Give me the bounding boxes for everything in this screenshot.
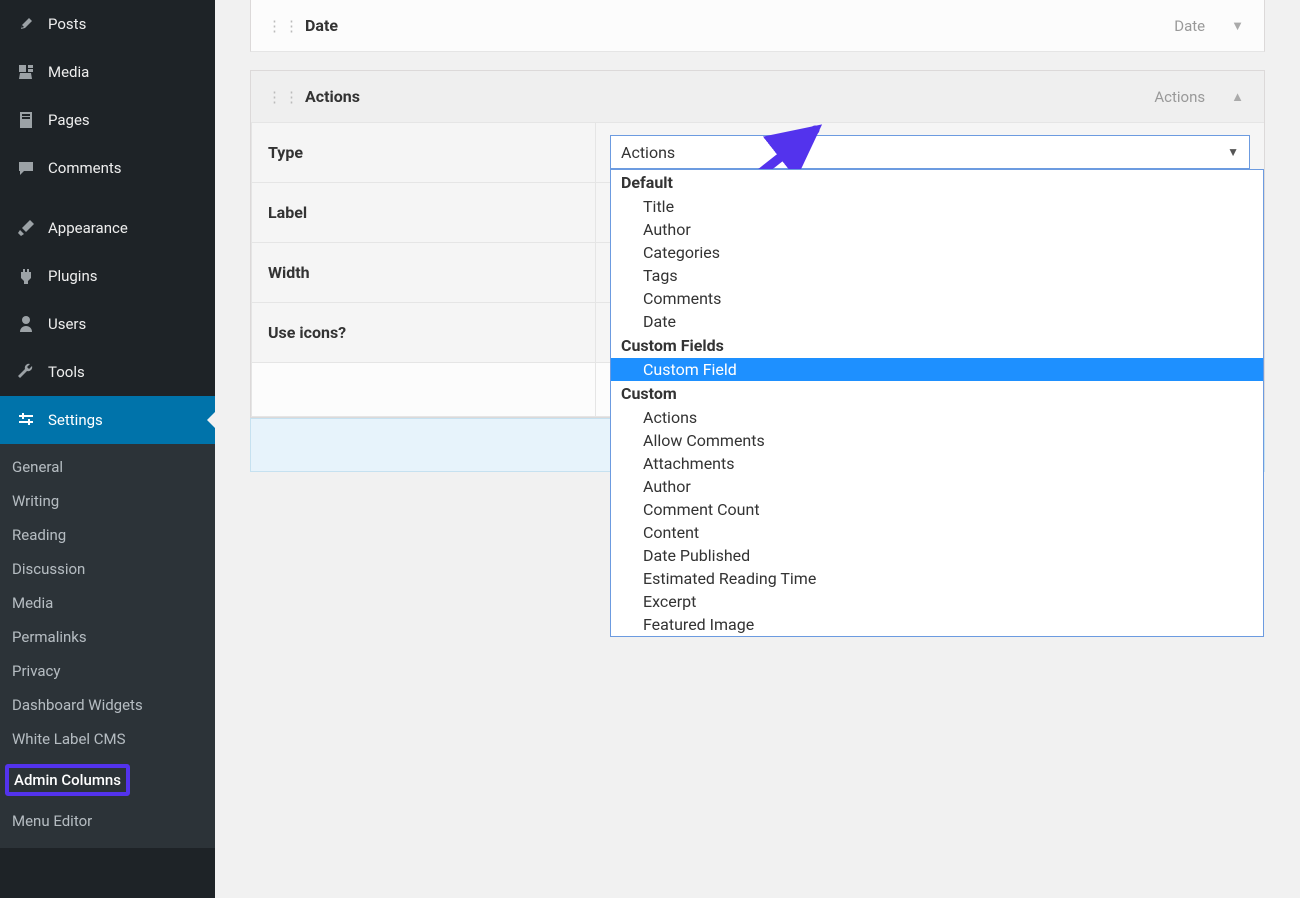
setting-label-type: Type: [251, 123, 596, 183]
wrench-icon: [14, 360, 38, 384]
sidebar-item-settings[interactable]: Settings: [0, 396, 215, 444]
type-select[interactable]: Actions ▼: [610, 135, 1250, 169]
sidebar-item-pages[interactable]: Pages: [0, 96, 215, 144]
media-icon: [14, 60, 38, 84]
drag-handle-icon[interactable]: ⋮⋮: [267, 88, 287, 106]
dropdown-option[interactable]: Attachments: [611, 452, 1263, 475]
sidebar-item-label: Appearance: [48, 219, 128, 237]
setting-footer: [251, 363, 596, 417]
comment-icon: [14, 156, 38, 180]
setting-label-width: Width: [251, 243, 596, 303]
sidebar-item-label: Pages: [48, 111, 90, 129]
dropdown-option[interactable]: Author: [611, 218, 1263, 241]
admin-sidebar: Posts Media Pages Comments Appearance: [0, 0, 215, 898]
caret-down-icon: ▼: [1227, 145, 1239, 159]
type-select-value: Actions: [621, 143, 675, 162]
submenu-privacy[interactable]: Privacy: [0, 654, 215, 688]
dropdown-option[interactable]: Excerpt: [611, 590, 1263, 613]
submenu-media[interactable]: Media: [0, 586, 215, 620]
chevron-up-icon[interactable]: ▲: [1231, 89, 1244, 105]
pin-icon: [14, 12, 38, 36]
sidebar-item-label: Comments: [48, 159, 122, 177]
settings-submenu: General Writing Reading Discussion Media…: [0, 444, 215, 848]
drag-handle-icon[interactable]: ⋮⋮: [267, 17, 287, 35]
submenu-discussion[interactable]: Discussion: [0, 552, 215, 586]
sidebar-item-tools[interactable]: Tools: [0, 348, 215, 396]
page-icon: [14, 108, 38, 132]
submenu-white-label-cms[interactable]: White Label CMS: [0, 722, 215, 756]
user-icon: [14, 312, 38, 336]
dropdown-option[interactable]: Comments: [611, 287, 1263, 310]
dropdown-option[interactable]: Content: [611, 521, 1263, 544]
setting-control-type: Actions ▼ DefaultTitleAuthorCategoriesTa…: [596, 123, 1264, 183]
sidebar-item-posts[interactable]: Posts: [0, 0, 215, 48]
submenu-reading[interactable]: Reading: [0, 518, 215, 552]
column-indicator: Date: [1174, 17, 1205, 35]
sidebar-item-label: Tools: [48, 363, 85, 381]
column-indicator: Actions: [1154, 88, 1205, 106]
dropdown-group: Custom Fields: [611, 333, 1263, 358]
sidebar-item-comments[interactable]: Comments: [0, 144, 215, 192]
chevron-down-icon[interactable]: ▼: [1231, 18, 1244, 34]
sliders-icon: [14, 408, 38, 432]
submenu-dashboard-widgets[interactable]: Dashboard Widgets: [0, 688, 215, 722]
column-title: Actions: [305, 87, 1154, 106]
sidebar-item-label: Posts: [48, 15, 86, 33]
dropdown-option[interactable]: Custom Field: [611, 358, 1263, 381]
dropdown-option[interactable]: Author: [611, 475, 1263, 498]
dropdown-option[interactable]: Comment Count: [611, 498, 1263, 521]
dropdown-option[interactable]: Allow Comments: [611, 429, 1263, 452]
dropdown-option[interactable]: Actions: [611, 406, 1263, 429]
setting-label-label: Label: [251, 183, 596, 243]
submenu-admin-columns[interactable]: Admin Columns: [0, 756, 215, 804]
dropdown-option[interactable]: Categories: [611, 241, 1263, 264]
submenu-general[interactable]: General: [0, 450, 215, 484]
column-row-date[interactable]: ⋮⋮ Date Date ▼: [250, 0, 1265, 52]
submenu-menu-editor[interactable]: Menu Editor: [0, 804, 215, 838]
dropdown-option[interactable]: Date Published: [611, 544, 1263, 567]
main-content: ⋮⋮ Date Date ▼ ⋮⋮ Actions Actions ▲ Type…: [215, 0, 1300, 898]
column-title: Date: [305, 16, 1174, 35]
sidebar-item-users[interactable]: Users: [0, 300, 215, 348]
sidebar-item-label: Settings: [48, 411, 103, 429]
submenu-writing[interactable]: Writing: [0, 484, 215, 518]
dropdown-group: Default: [611, 170, 1263, 195]
dropdown-option[interactable]: Featured Image: [611, 613, 1263, 636]
sidebar-item-media[interactable]: Media: [0, 48, 215, 96]
sidebar-item-label: Users: [48, 315, 86, 333]
sidebar-item-appearance[interactable]: Appearance: [0, 204, 215, 252]
plug-icon: [14, 264, 38, 288]
dropdown-option[interactable]: Title: [611, 195, 1263, 218]
sidebar-item-label: Media: [48, 63, 89, 81]
submenu-permalinks[interactable]: Permalinks: [0, 620, 215, 654]
sidebar-item-plugins[interactable]: Plugins: [0, 252, 215, 300]
brush-icon: [14, 216, 38, 240]
dropdown-group: Custom: [611, 381, 1263, 406]
dropdown-option[interactable]: Estimated Reading Time: [611, 567, 1263, 590]
column-settings: Type Actions ▼ DefaultTitleAuthorCategor…: [251, 123, 1264, 417]
setting-label-icons: Use icons?: [251, 303, 596, 363]
dropdown-option[interactable]: Tags: [611, 264, 1263, 287]
type-dropdown[interactable]: DefaultTitleAuthorCategoriesTagsComments…: [610, 169, 1264, 637]
dropdown-option[interactable]: Date: [611, 310, 1263, 333]
column-header-actions[interactable]: ⋮⋮ Actions Actions ▲: [251, 71, 1264, 123]
column-row-actions: ⋮⋮ Actions Actions ▲ Type Actions ▼: [250, 70, 1265, 418]
sidebar-item-label: Plugins: [48, 267, 97, 285]
